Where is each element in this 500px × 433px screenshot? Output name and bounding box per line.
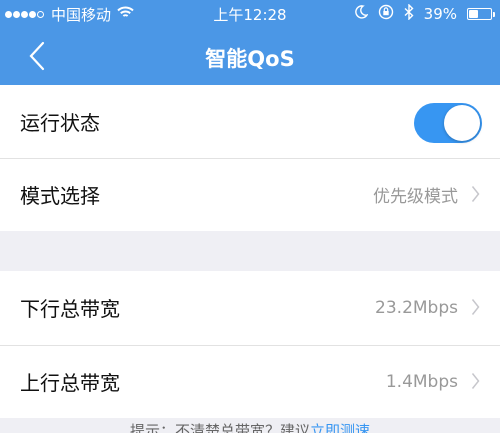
bluetooth-icon (404, 3, 414, 24)
mode-select-value: 优先级模式 (373, 187, 458, 207)
chevron-right-icon (471, 298, 480, 320)
uplink-value: 1.4Mbps (385, 371, 458, 392)
settings-group-bandwidth: 下行总带宽 23.2Mbps 上行总带宽 1.4Mbps (0, 271, 500, 418)
uplink-row[interactable]: 上行总带宽 1.4Mbps (0, 345, 500, 418)
nav-bar: 智能QoS (0, 28, 500, 85)
do-not-disturb-icon (354, 5, 369, 23)
hint-text: 提示：不清楚总带宽？建议 (129, 422, 310, 433)
mode-select-label: 模式选择 (20, 184, 100, 208)
battery-fill (469, 10, 478, 18)
header-bar: 中国移动 上午12:28 39% 智能QoS (0, 0, 500, 85)
uplink-label: 上行总带宽 (20, 371, 120, 395)
chevron-right-icon (471, 372, 480, 394)
run-status-toggle[interactable] (414, 103, 482, 143)
bandwidth-hint: 提示：不清楚总带宽？建议立即测速 (0, 420, 500, 433)
downlink-label: 下行总带宽 (20, 297, 120, 321)
battery-percent: 39% (423, 5, 457, 23)
page-title: 智能QoS (205, 47, 295, 71)
status-bar: 中国移动 上午12:28 39% (0, 0, 500, 28)
settings-group-top: 运行状态 模式选择 优先级模式 (0, 85, 500, 231)
downlink-value: 23.2Mbps (375, 297, 458, 318)
chevron-right-icon (471, 185, 480, 207)
speed-test-link[interactable]: 立即测速 (310, 422, 370, 433)
run-status-row: 运行状态 (0, 85, 500, 158)
battery-icon (467, 8, 495, 20)
rotation-lock-icon (378, 4, 394, 24)
mode-select-row[interactable]: 模式选择 优先级模式 (0, 158, 500, 231)
toggle-knob (444, 105, 480, 141)
run-status-label: 运行状态 (20, 111, 100, 135)
downlink-row[interactable]: 下行总带宽 23.2Mbps (0, 271, 500, 344)
